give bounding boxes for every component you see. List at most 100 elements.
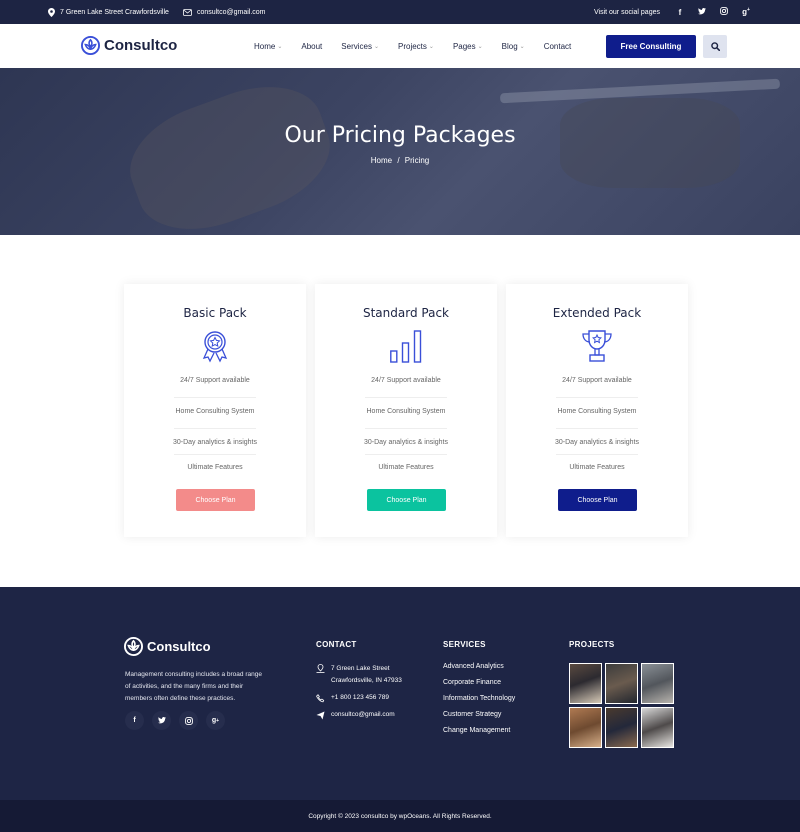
plan-feature: Ultimate Features bbox=[187, 464, 243, 471]
divider bbox=[174, 454, 256, 455]
plan-feature: Home Consulting System bbox=[366, 408, 446, 415]
page-hero: Our Pricing Packages Home / Pricing bbox=[0, 68, 800, 235]
choose-plan-button[interactable]: Choose Plan bbox=[558, 489, 637, 511]
plan-feature: 24/7 Support available bbox=[371, 377, 441, 384]
twitter-icon[interactable] bbox=[696, 7, 708, 17]
service-link[interactable]: Customer Strategy bbox=[443, 711, 515, 727]
brand-logo[interactable]: Consultco bbox=[81, 36, 177, 55]
topbar-address: 7 Green Lake Street Crawfordsville bbox=[48, 7, 169, 17]
nav-about[interactable]: About bbox=[301, 42, 322, 51]
free-consulting-button[interactable]: Free Consulting bbox=[606, 35, 696, 58]
logo-icon bbox=[81, 36, 100, 55]
search-icon bbox=[710, 42, 720, 51]
chevron-down-icon: ⌄ bbox=[428, 43, 434, 50]
social-text: Visit our social pages bbox=[593, 8, 660, 16]
instagram-icon[interactable] bbox=[718, 7, 730, 17]
main-header: Consultco Home ⌄ About Services ⌄ Projects… bbox=[0, 24, 800, 68]
plan-feature: 30-Day analytics & insights bbox=[554, 439, 640, 446]
breadcrumb-current: Pricing bbox=[404, 156, 430, 165]
chevron-down-icon: ⌄ bbox=[373, 43, 379, 50]
email-address: consultco@gmail.com bbox=[331, 711, 395, 718]
footer-logo[interactable]: Consultco bbox=[124, 637, 211, 656]
projects-title: PROJECTS bbox=[569, 640, 615, 649]
map-icon bbox=[316, 664, 325, 673]
hero-background-image bbox=[115, 68, 345, 235]
choose-plan-button[interactable]: Choose Plan bbox=[367, 489, 446, 511]
contact-email[interactable]: consultco@gmail.com bbox=[316, 709, 402, 721]
project-thumbnail[interactable] bbox=[605, 707, 638, 748]
plan-feature: 30-Day analytics & insights bbox=[172, 439, 258, 446]
chevron-down-icon: ⌄ bbox=[277, 43, 283, 50]
contact-title: CONTACT bbox=[316, 640, 357, 649]
pricing-cards: Basic Pack 24/7 Support available Home C… bbox=[124, 284, 688, 537]
breadcrumb-home[interactable]: Home bbox=[371, 156, 392, 165]
project-thumbnail[interactable] bbox=[641, 663, 674, 704]
nav-services[interactable]: Services ⌄ bbox=[341, 42, 379, 51]
plan-name: Basic Pack bbox=[183, 306, 247, 320]
footer-social: f g + bbox=[125, 711, 225, 730]
plan-feature: Home Consulting System bbox=[175, 408, 255, 415]
service-link[interactable]: Advanced Analytics bbox=[443, 663, 515, 679]
divider bbox=[174, 397, 256, 398]
phone-number: +1 800 123 456 789 bbox=[331, 694, 390, 701]
divider bbox=[174, 428, 256, 429]
divider bbox=[556, 428, 638, 429]
nav-pages[interactable]: Pages ⌄ bbox=[453, 42, 483, 51]
footer-description: Management consulting includes a broad r… bbox=[125, 671, 262, 702]
service-link[interactable]: Information Technology bbox=[443, 695, 515, 711]
google-plus-icon[interactable]: g+ bbox=[740, 7, 752, 17]
topbar-email[interactable]: consultco@gmail.com bbox=[183, 9, 266, 16]
trophy-icon bbox=[582, 330, 612, 362]
contact-phone[interactable]: +1 800 123 456 789 bbox=[316, 692, 402, 704]
nav-projects[interactable]: Projects ⌄ bbox=[398, 42, 434, 51]
project-thumbnail[interactable] bbox=[605, 663, 638, 704]
service-link[interactable]: Corporate Finance bbox=[443, 679, 515, 695]
divider bbox=[365, 454, 447, 455]
chevron-down-icon: ⌄ bbox=[519, 43, 525, 50]
brand-name: Consultco bbox=[104, 37, 178, 54]
twitter-icon[interactable] bbox=[152, 711, 171, 730]
facebook-icon[interactable]: f bbox=[674, 8, 686, 17]
plan-feature: 24/7 Support available bbox=[180, 377, 250, 384]
divider bbox=[556, 397, 638, 398]
top-bar: 7 Green Lake Street Crawfordsville consu… bbox=[0, 0, 800, 24]
nav-home[interactable]: Home ⌄ bbox=[254, 42, 282, 51]
pricing-card-basic: Basic Pack 24/7 Support available Home C… bbox=[124, 284, 306, 537]
service-link[interactable]: Change Management bbox=[443, 727, 515, 743]
site-footer: Consultco Management consulting includes… bbox=[0, 587, 800, 800]
breadcrumb-separator: / bbox=[397, 156, 400, 165]
footer-brand-name: Consultco bbox=[147, 639, 211, 654]
chevron-down-icon: ⌄ bbox=[477, 43, 483, 50]
project-thumbnail[interactable] bbox=[641, 707, 674, 748]
award-icon bbox=[202, 331, 228, 363]
instagram-icon[interactable] bbox=[179, 711, 198, 730]
choose-plan-button[interactable]: Choose Plan bbox=[176, 489, 255, 511]
nav-contact[interactable]: Contact bbox=[544, 42, 572, 51]
topbar-email-text: consultco@gmail.com bbox=[196, 8, 266, 16]
plan-feature: 24/7 Support available bbox=[562, 377, 632, 384]
contact-info: 7 Green Lake Street Crawfordsville, IN 47… bbox=[316, 663, 402, 726]
bar-chart-icon bbox=[390, 330, 422, 363]
facebook-icon[interactable]: f bbox=[125, 711, 144, 730]
google-plus-icon[interactable]: g+ bbox=[206, 711, 225, 730]
divider bbox=[556, 454, 638, 455]
breadcrumb: Home / Pricing bbox=[0, 156, 800, 165]
copyright-bar: Copyright © 2023 consultco by wpOceans. … bbox=[0, 800, 800, 832]
divider bbox=[365, 428, 447, 429]
project-thumbnail[interactable] bbox=[569, 663, 602, 704]
address-line-2: Crawfordsville, IN 47933 bbox=[331, 677, 402, 684]
plan-feature: 30-Day analytics & insights bbox=[363, 439, 449, 446]
plan-feature: Ultimate Features bbox=[378, 464, 434, 471]
send-icon bbox=[316, 711, 325, 720]
topbar-address-text: 7 Green Lake Street Crawfordsville bbox=[60, 8, 169, 16]
main-nav: Home ⌄ About Services ⌄ Projects ⌄ Pages ⌄ B… bbox=[254, 24, 590, 68]
copyright-text: Copyright © 2023 consultco by wpOceans. … bbox=[308, 812, 492, 820]
nav-blog[interactable]: Blog ⌄ bbox=[502, 42, 525, 51]
location-icon bbox=[48, 7, 55, 17]
phone-icon bbox=[316, 694, 325, 703]
mail-icon bbox=[183, 8, 192, 16]
project-thumbnail[interactable] bbox=[569, 707, 602, 748]
projects-gallery bbox=[569, 663, 674, 748]
search-button[interactable] bbox=[703, 35, 727, 58]
plan-name: Standard Pack bbox=[362, 306, 449, 320]
